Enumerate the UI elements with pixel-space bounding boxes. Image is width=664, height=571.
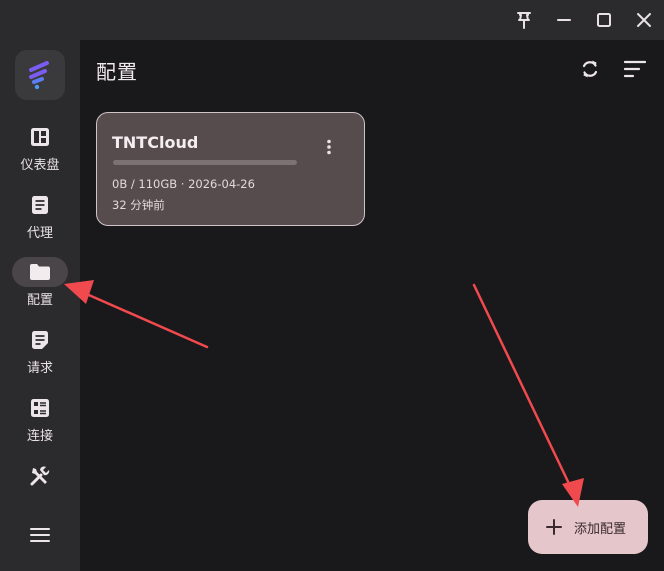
sidebar-item-label: 代理 [26, 226, 53, 241]
nav-pill [12, 393, 68, 423]
menu-button[interactable] [25, 520, 55, 550]
refresh-button[interactable] [575, 54, 605, 84]
maximize-icon [597, 13, 611, 27]
title-bar [0, 0, 664, 40]
app-logo [15, 50, 65, 100]
page-title: 配置 [96, 60, 138, 84]
main-panel: 配置 TNTCloud 0B / 110GB · 2026-04-26 32 分… [80, 40, 664, 571]
sidebar-item-label: 仪表盘 [20, 158, 60, 173]
sidebar-item-label: 连接 [26, 429, 53, 444]
sort-button[interactable] [620, 54, 650, 84]
profile-updated-time: 32 分钟前 [112, 198, 165, 212]
nav-pill [12, 325, 68, 355]
proxy-icon [32, 196, 48, 214]
sidebar: 仪表盘 代理 配置 请求 连接 [0, 40, 80, 571]
refresh-icon [582, 60, 598, 78]
minimize-icon [557, 19, 571, 21]
sidebar-item-label: 请求 [26, 361, 53, 376]
profile-usage: 0B / 110GB · 2026-04-26 [112, 177, 255, 191]
close-icon [637, 13, 651, 27]
add-profile-button[interactable]: 添加配置 [528, 500, 648, 554]
nav-pill-active [12, 257, 68, 287]
hamburger-icon [30, 528, 50, 542]
sidebar-item-dashboard[interactable]: 仪表盘 [0, 122, 80, 182]
add-profile-label: 添加配置 [574, 521, 627, 537]
request-icon [32, 331, 48, 349]
sidebar-item-proxy[interactable]: 代理 [0, 190, 80, 250]
close-button[interactable] [630, 6, 658, 34]
tools-icon [30, 466, 50, 486]
nav-pill [12, 461, 68, 491]
sidebar-item-connections[interactable]: 连接 [0, 393, 80, 453]
dashboard-icon [31, 128, 49, 146]
profile-card[interactable]: TNTCloud 0B / 110GB · 2026-04-26 32 分钟前 [96, 112, 365, 226]
sidebar-item-label: 配置 [26, 293, 53, 308]
plus-icon [546, 519, 562, 535]
logo-icon [29, 61, 49, 90]
minimize-button[interactable] [550, 6, 578, 34]
connection-icon [31, 399, 49, 417]
pin-button[interactable] [510, 6, 538, 34]
profile-name: TNTCloud [112, 133, 199, 152]
more-vertical-icon [327, 139, 331, 155]
nav-pill [12, 190, 68, 220]
pin-icon [517, 12, 531, 29]
nav-pill [12, 122, 68, 152]
sort-icon [624, 60, 646, 78]
maximize-button[interactable] [590, 6, 618, 34]
profile-more-button[interactable] [317, 135, 341, 159]
usage-progress-bar [113, 160, 297, 165]
folder-icon [30, 264, 50, 280]
sidebar-item-requests[interactable]: 请求 [0, 325, 80, 385]
sidebar-item-tools[interactable] [0, 461, 80, 521]
sidebar-item-profiles[interactable]: 配置 [0, 257, 80, 317]
